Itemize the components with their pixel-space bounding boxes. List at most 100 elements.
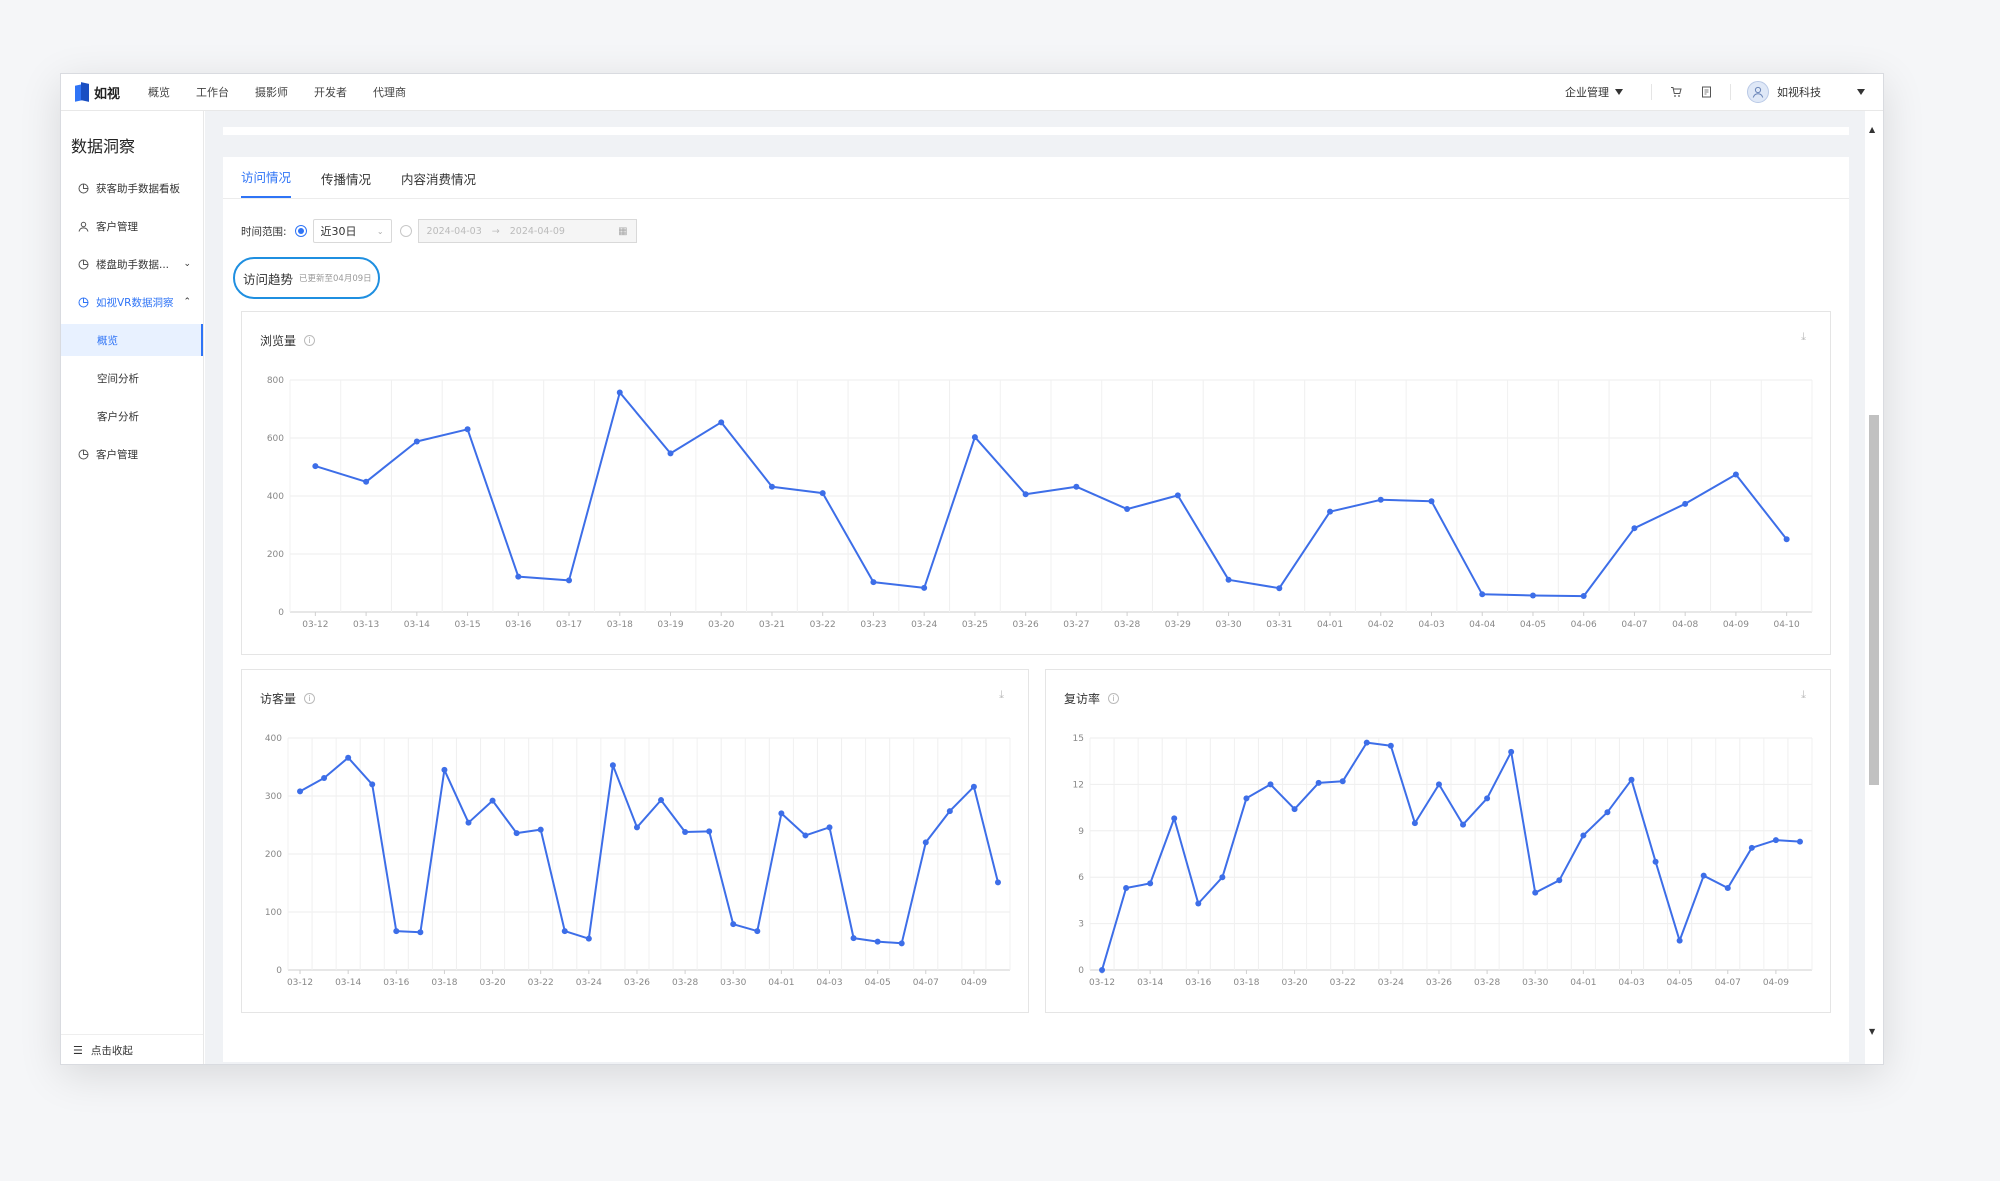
avatar[interactable] xyxy=(1747,81,1769,103)
sidebar-item-customers-2[interactable]: 客户管理 xyxy=(61,435,203,473)
caret-down-icon[interactable] xyxy=(1857,89,1865,95)
x-tick-label: 04-04 xyxy=(1469,620,1495,630)
data-point xyxy=(850,935,857,942)
x-tick-label: 03-28 xyxy=(1114,620,1140,630)
data-point xyxy=(819,490,826,497)
topnav-photographer[interactable]: 摄影师 xyxy=(255,84,288,100)
data-point xyxy=(1339,778,1346,785)
chart-card-revisit-rate: 复访率 i ⤓ 0 3 6 9 12 15 03-12 03-14 03-16 03-18 03-20… xyxy=(1045,669,1831,1013)
time-filter: 时间范围: 近30日 ⌄ 2024-04-03 → 2024-04-09 ▦ xyxy=(241,219,637,243)
document-icon[interactable] xyxy=(1698,84,1714,100)
data-point xyxy=(706,828,713,835)
data-point xyxy=(1580,832,1587,839)
chart-icon xyxy=(77,296,89,308)
range-select-value: 近30日 xyxy=(320,225,357,238)
data-point xyxy=(1556,877,1563,884)
scroll-up-icon[interactable]: ▲ xyxy=(1869,125,1875,134)
divider xyxy=(1730,84,1731,100)
x-tick-label: 04-03 xyxy=(816,978,842,988)
data-point xyxy=(921,584,928,591)
top-right: 企业管理 如视科技 xyxy=(1565,81,1883,103)
tab-content-consumption[interactable]: 内容消费情况 xyxy=(401,169,476,198)
range-start: 2024-04-03 xyxy=(426,225,482,237)
sidebar-item-acquisition-dashboard[interactable]: 获客助手数据看板 xyxy=(61,169,203,207)
sidebar-item-label: 客户管理 xyxy=(96,220,138,233)
data-point xyxy=(1508,748,1515,755)
data-point xyxy=(1428,498,1435,505)
data-point xyxy=(312,463,319,470)
sidebar-item-customers[interactable]: 客户管理 xyxy=(61,207,203,245)
data-point xyxy=(682,828,689,835)
x-tick-label: 03-21 xyxy=(759,620,785,630)
data-point xyxy=(826,824,833,831)
chart-visitors: 0 100 200 300 400 03-12 03-14 03-16 03-18 03-20 03… xyxy=(265,734,1011,988)
tab-visits[interactable]: 访问情况 xyxy=(241,167,292,198)
x-tick-label: 03-26 xyxy=(1426,978,1452,988)
tab-spread[interactable]: 传播情况 xyxy=(321,169,371,198)
enterprise-label: 企业管理 xyxy=(1565,86,1609,99)
sidebar-collapse-button[interactable]: ☰ 点击收起 xyxy=(61,1034,203,1064)
data-point xyxy=(1276,585,1283,592)
sidebar-item-vr-insights[interactable]: 如视VR数据洞察 ⌃ xyxy=(61,283,203,321)
data-point xyxy=(321,775,328,782)
y-tick-label: 300 xyxy=(265,792,282,802)
data-point xyxy=(1174,492,1181,499)
chart-card-visitors: 访客量 i ⤓ 0 100 200 300 400 03-12 03-14 03-16 03-18… xyxy=(241,669,1029,1013)
scrollbar[interactable]: ▲ ▼ xyxy=(1865,111,1883,1064)
data-point xyxy=(413,438,420,445)
data-point xyxy=(537,826,544,833)
x-tick-label: 04-07 xyxy=(1715,978,1741,988)
x-tick-label: 03-18 xyxy=(431,978,457,988)
logo[interactable]: 如视 xyxy=(75,82,120,102)
data-point xyxy=(970,783,977,790)
scroll-down-icon[interactable]: ▼ xyxy=(1869,1027,1875,1036)
sidebar-subitem-space-analysis[interactable]: 空间分析 xyxy=(61,359,203,397)
data-point xyxy=(946,808,953,815)
enterprise-menu[interactable]: 企业管理 xyxy=(1565,84,1623,100)
custom-range-radio[interactable] xyxy=(399,225,412,237)
data-point xyxy=(1377,496,1384,503)
x-tick-label: 03-19 xyxy=(657,620,683,630)
sidebar-subitem-customer-analysis[interactable]: 客户分析 xyxy=(61,397,203,435)
x-tick-label: 03-22 xyxy=(810,620,836,630)
topnav-agent[interactable]: 代理商 xyxy=(373,84,406,100)
x-tick-label: 04-07 xyxy=(913,978,939,988)
x-tick-label: 03-31 xyxy=(1266,620,1292,630)
topnav-developer[interactable]: 开发者 xyxy=(314,84,347,100)
data-point xyxy=(1363,739,1370,746)
x-tick-label: 04-01 xyxy=(768,978,794,988)
range-end: 2024-04-09 xyxy=(509,225,565,237)
sidebar-item-property-assistant[interactable]: 楼盘助手数据... ⌄ xyxy=(61,245,203,283)
data-point xyxy=(1676,937,1683,944)
divider xyxy=(1651,84,1652,100)
data-point xyxy=(1219,874,1226,881)
collapse-label: 点击收起 xyxy=(90,1045,133,1057)
data-point xyxy=(994,879,1001,886)
trend-title: 访问趋势 xyxy=(243,271,294,287)
data-point xyxy=(616,389,623,396)
user-name[interactable]: 如视科技 xyxy=(1777,84,1821,100)
scrollbar-thumb[interactable] xyxy=(1869,415,1879,785)
data-point xyxy=(730,921,737,928)
cart-icon[interactable] xyxy=(1668,84,1684,100)
data-point xyxy=(1195,900,1202,907)
x-tick-label: 03-30 xyxy=(1522,978,1548,988)
topnav-workbench[interactable]: 工作台 xyxy=(196,84,229,100)
app-window: 如视 概览 工作台 摄影师 开发者 代理商 企业管理 如视科技 数据洞察 获客助… xyxy=(60,73,1884,1065)
data-point xyxy=(465,819,472,826)
preset-range-radio[interactable] xyxy=(294,225,307,237)
sidebar-subitem-overview[interactable]: 概览 xyxy=(61,324,203,356)
x-tick-label: 03-15 xyxy=(454,620,480,630)
topnav-overview[interactable]: 概览 xyxy=(148,84,170,100)
x-tick-label: 03-14 xyxy=(335,978,361,988)
data-point xyxy=(1147,880,1154,887)
data-point xyxy=(1327,508,1334,515)
data-point xyxy=(363,478,370,485)
data-point xyxy=(768,483,775,490)
y-tick-label: 600 xyxy=(267,434,284,444)
x-tick-label: 03-12 xyxy=(1089,978,1115,988)
range-select[interactable]: 近30日 ⌄ xyxy=(312,219,392,243)
main-content: 访问情况 传播情况 内容消费情况 时间范围: 近30日 ⌄ 2024-04-03… xyxy=(205,111,1865,1064)
data-point xyxy=(1682,500,1689,507)
date-range-picker[interactable]: 2024-04-03 → 2024-04-09 ▦ xyxy=(417,219,637,243)
